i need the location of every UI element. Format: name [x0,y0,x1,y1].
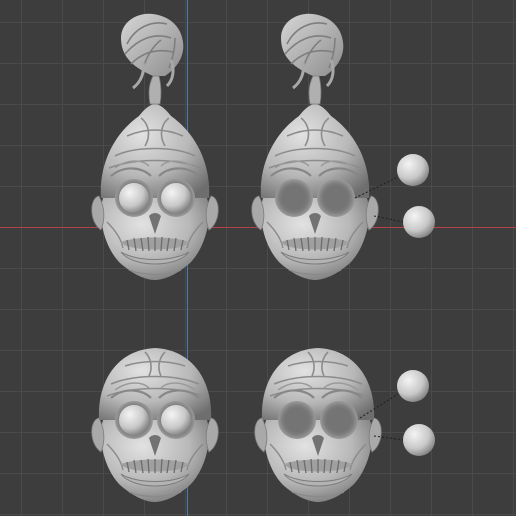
left-eyeball [119,183,149,213]
detached-eyeball-top-1[interactable] [397,154,429,186]
right-eyeball [161,183,191,213]
detached-eyeball-top-2[interactable] [403,206,435,238]
3d-viewport[interactable] [0,0,516,516]
head-top-left[interactable] [90,12,220,282]
head-top-right[interactable] [250,12,380,282]
head-bottom-left[interactable] [90,347,220,504]
head-bottom-right[interactable] [253,347,383,504]
eye-link-line-top-2 [373,215,405,223]
scene [90,12,435,504]
detached-eyeball-bottom-2[interactable] [403,424,435,456]
detached-eyeball-bottom-1[interactable] [397,370,429,402]
